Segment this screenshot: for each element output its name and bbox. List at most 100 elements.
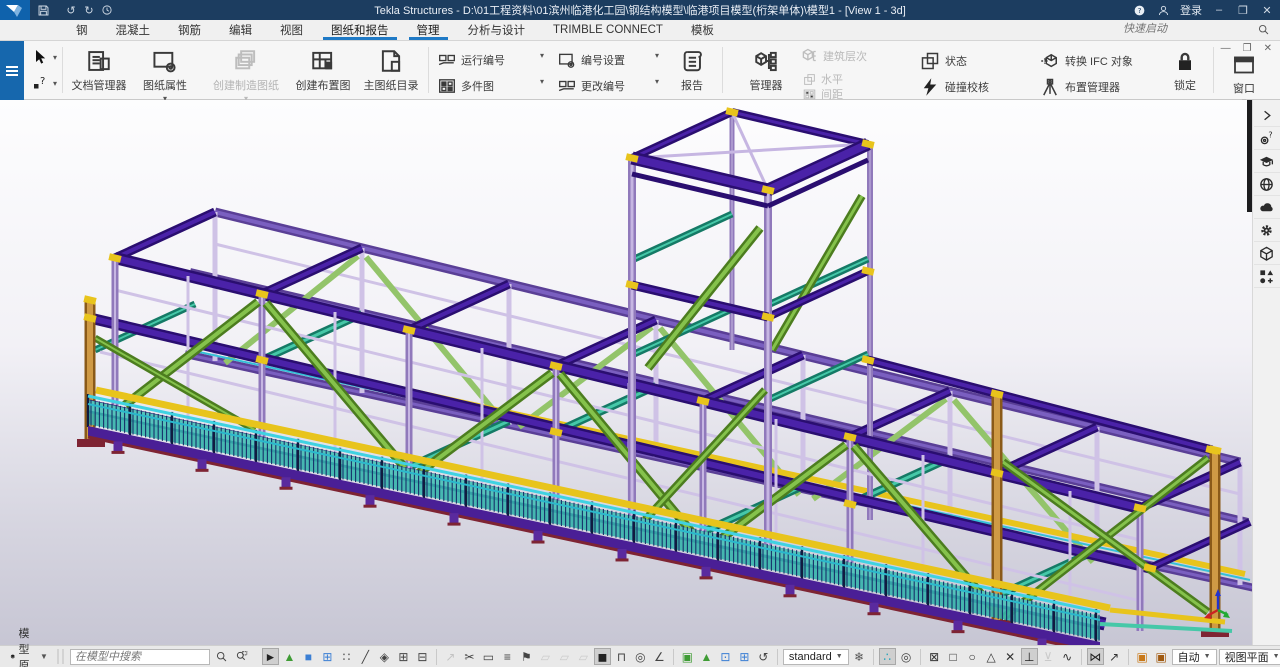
cut-icon[interactable]: ✂ (461, 648, 478, 665)
rotate-icon[interactable]: ↺ (755, 648, 772, 665)
building-hierarchy-button[interactable]: 建筑层次 (800, 47, 867, 65)
view_plane-dropdown[interactable]: 视图平面▼ (1219, 649, 1280, 665)
model-search-input[interactable] (70, 649, 210, 665)
view-minimize-button[interactable]: — (1221, 43, 1231, 54)
minimize-button[interactable]: – (1208, 2, 1230, 18)
flag-icon[interactable]: ⚑ (518, 648, 535, 665)
select-tool-button[interactable]: ▾ (32, 49, 57, 65)
redo-icon[interactable]: ↻ (80, 2, 98, 18)
master-drawing-catalog-button[interactable]: 主图纸目录 (360, 48, 422, 93)
learning-cap-icon[interactable] (1254, 150, 1280, 173)
ortho-b-icon[interactable]: ▣ (1153, 648, 1170, 665)
work-area-icon[interactable]: ⊡ (717, 648, 734, 665)
standard-dropdown[interactable]: standard▼ (783, 649, 849, 665)
model-origin-dropdown[interactable]: 模型原点▼ (4, 623, 54, 667)
quick-launch-search-icon[interactable] (1257, 23, 1270, 36)
select-cursor-icon[interactable]: ► (262, 648, 279, 665)
view-close-button[interactable]: ✕ (1264, 43, 1272, 54)
undo-icon[interactable]: ↺ (62, 2, 80, 18)
snap-triangle-icon[interactable]: △ (983, 648, 1000, 665)
numbering-settings-button[interactable]: 编号设置 (558, 51, 625, 69)
angle-icon[interactable]: ∠ (651, 648, 668, 665)
inquire-tool-button[interactable]: ▾ (32, 75, 57, 91)
snowflake-icon[interactable]: ❄ (851, 648, 868, 665)
tab-analysis-design[interactable]: 分析与设计 (454, 20, 540, 40)
work-grid-icon[interactable]: ⊞ (736, 648, 753, 665)
reports-button[interactable]: 报告 (672, 48, 712, 93)
create-ga-drawing-button[interactable]: 创建布置图 (292, 48, 354, 93)
globe-icon[interactable] (1254, 173, 1280, 196)
settings-gear-icon[interactable] (1254, 219, 1280, 242)
select-components-icon[interactable]: ⊞ (319, 648, 336, 665)
select-objects-icon[interactable]: ◈ (376, 648, 393, 665)
select-grid-lines-icon[interactable]: ⊟ (414, 648, 431, 665)
tab-edit[interactable]: 编辑 (215, 20, 266, 40)
auto-dropdown[interactable]: 自动▼ (1172, 649, 1217, 665)
run-numbering-button[interactable]: 运行编号 (438, 51, 505, 69)
select-lines-icon[interactable]: ╱ (357, 648, 374, 665)
history-clock-icon[interactable] (98, 2, 116, 18)
view-restore-button[interactable]: ❐ (1243, 43, 1252, 54)
snap-circle-icon[interactable]: ○ (964, 648, 981, 665)
collapse-chevron-icon[interactable] (1254, 104, 1280, 127)
render-triangle-icon[interactable]: ▲ (698, 648, 715, 665)
tab-trimble-connect[interactable]: TRIMBLE CONNECT (539, 20, 677, 40)
tab-concrete[interactable]: 混凝土 (102, 20, 165, 40)
select-points-icon[interactable]: ∷ (338, 648, 355, 665)
change-numbering-button[interactable]: 更改编号 (558, 77, 625, 95)
login-button[interactable]: 登录 (1176, 2, 1206, 18)
help-gear-icon[interactable] (1254, 127, 1280, 150)
ghost-c-icon: ▱ (575, 648, 592, 665)
model-viewport[interactable] (0, 100, 1252, 645)
select-filter-triangle-icon[interactable]: ▲ (281, 648, 298, 665)
visibility-icon[interactable]: ◎ (632, 648, 649, 665)
align-icon[interactable]: ≡ (499, 648, 516, 665)
ortho-a-icon[interactable]: ▣ (1134, 648, 1151, 665)
lock-button[interactable]: 锁定 (1165, 48, 1205, 93)
convert-ifc-button[interactable]: 转换 IFC 对象 (1040, 51, 1133, 71)
help-icon[interactable] (1128, 2, 1150, 18)
window-button[interactable]: 窗口▾ (1222, 53, 1266, 106)
tab-template[interactable]: 模板 (677, 20, 728, 40)
snap-cross-icon[interactable]: ✕ (1002, 648, 1019, 665)
tab-manage[interactable]: 管理 (403, 20, 454, 40)
snap-arrow-icon[interactable]: ↗ (1106, 648, 1123, 665)
area-select-icon[interactable]: ▭ (480, 648, 497, 665)
components-shapes-icon[interactable] (1254, 265, 1280, 288)
tab-view[interactable]: 视图 (266, 20, 317, 40)
snap-perp-icon[interactable]: ⊥ (1021, 648, 1038, 665)
model-search-icon[interactable] (213, 648, 230, 665)
assembly-drawing-button[interactable]: 多件图 (438, 77, 494, 95)
snap-free-icon[interactable]: ∿ (1059, 648, 1076, 665)
model-cube-icon[interactable] (1254, 242, 1280, 265)
close-button[interactable]: ✕ (1256, 2, 1278, 18)
tab-rebar[interactable]: 钢筋 (164, 20, 215, 40)
level-button[interactable]: 水平 (803, 71, 843, 87)
tab-steel[interactable]: 钢 (62, 20, 102, 40)
file-menu-button[interactable] (0, 41, 24, 100)
select-filter-square-icon[interactable]: ■ (300, 648, 317, 665)
drawing-properties-button[interactable]: 图纸属性▾ (136, 48, 194, 103)
select-grid-icon[interactable]: ⊞ (395, 648, 412, 665)
snap-square-icon[interactable]: □ (945, 648, 962, 665)
zoom-window-icon[interactable] (233, 648, 250, 665)
frame-icon[interactable]: ⊓ (613, 648, 630, 665)
snap-endpoint-icon[interactable]: ⊠ (926, 648, 943, 665)
user-icon[interactable] (1152, 2, 1174, 18)
status-button[interactable]: 状态 (920, 51, 967, 71)
restore-button[interactable]: ❐ (1232, 2, 1254, 18)
cloud-icon[interactable] (1254, 196, 1280, 219)
tab-drawings-reports[interactable]: 图纸和报告 (317, 20, 403, 40)
save-icon[interactable] (34, 2, 52, 18)
organizer-button[interactable]: 管理器 (740, 48, 792, 93)
snap-eye-icon[interactable]: ◎ (898, 648, 915, 665)
layout-manager-button[interactable]: 布置管理器 (1040, 77, 1120, 97)
snap-points-icon[interactable]: ∴ (879, 648, 896, 665)
clash-check-button[interactable]: 碰撞校核 (920, 77, 989, 97)
document-manager-button[interactable]: 文档管理器 (68, 48, 130, 93)
dark-block-icon[interactable]: ◼ (594, 648, 611, 665)
create-shop-drawings-button[interactable]: 创建制造图纸▾ (206, 48, 286, 103)
quick-launch-input[interactable] (1121, 22, 1251, 36)
render-image-icon[interactable]: ▣ (679, 648, 696, 665)
snap-depth-icon[interactable]: ⋈ (1087, 648, 1104, 665)
